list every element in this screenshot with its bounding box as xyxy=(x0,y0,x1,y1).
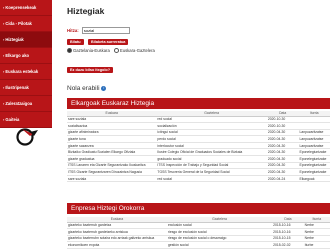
table-row[interactable]: gizarte graduatua graduado social 2020-04-… xyxy=(67,155,330,163)
table-row[interactable]: gizarteko bazterrub gardetzeko arriskua r… xyxy=(67,228,330,236)
table-row[interactable]: gizarteko bazterrub gardetza exclusión so… xyxy=(67,222,330,230)
table-row[interactable]: gizarte tuna perdo social 2020-04-30 Lanpuz… xyxy=(67,135,330,143)
radio-es-eu[interactable]: Gaztelania-Euskara xyxy=(67,48,110,54)
table-enpresa: Euskara Gaztelera Data Iturria gizarteko… xyxy=(67,217,330,249)
advanced-search-button[interactable]: Bilaketa aurreratua xyxy=(88,39,129,45)
table-elkargoak: Euskara Gaztelera Data Iturria sare sozi… xyxy=(67,111,330,183)
sidebar: ›Koeprensekeak ›Cida - Pilotak ›Hiztegia… xyxy=(0,0,52,251)
radio-empty-icon xyxy=(113,48,119,54)
table-row[interactable]: gizarte afiniminatora ictingui social 2020… xyxy=(67,129,330,137)
info-icon[interactable]: i xyxy=(101,85,107,91)
search-label: Hitza: xyxy=(67,27,79,33)
table-row[interactable]: ITSS Lanaren eta Gizarte Segurantzako Ik… xyxy=(67,162,330,170)
results-heading: Nola erabili i xyxy=(67,85,107,92)
sidebar-item-zaleratzaigoa[interactable]: ›Zaleratzaigoa xyxy=(0,96,52,112)
sidebar-nav: ›Koeprensekeak ›Cida - Pilotak ›Hiztegia… xyxy=(0,0,52,128)
search-button[interactable]: Bilatu xyxy=(67,39,84,45)
sidebar-item-cida-pilotak[interactable]: ›Cida - Pilotak xyxy=(0,16,52,32)
search-input[interactable] xyxy=(81,27,130,34)
language-direction: Gaztelania-Euskara Euskara-Gaztelera xyxy=(67,48,155,54)
table-row[interactable]: Bizkaiko Gradiuatu Sozialen Elkargo Ofiz… xyxy=(67,148,330,157)
sidebar-item-hiztegiak[interactable]: ›Hiztegiak xyxy=(0,32,52,48)
table-row[interactable]: gizarteko bazterrubn sotaira edo arrizak… xyxy=(67,235,330,243)
section-title-enpresa: Enpresa Hiztegi Orokorra xyxy=(67,203,330,214)
main-content: Hiztegiak Hitza: Bilatu Bilaketa aurrera… xyxy=(57,0,330,251)
table-row[interactable]: gizarte sazanzea interlocutor social 2020-… xyxy=(67,142,330,150)
sidebar-item-elkargo-ako[interactable]: ›Elkargo ako xyxy=(0,48,52,64)
table-row[interactable]: sare soziala red social 2020-10-30 xyxy=(67,116,330,124)
page-title: Hiztegiak xyxy=(67,6,105,16)
table-row[interactable]: ekonomikoen expota gestión social 2015-02-… xyxy=(67,241,330,249)
section-title-elkargoak: Elkargoak Euskaraz Hiztegia xyxy=(67,98,330,109)
radio-selected-icon xyxy=(67,48,72,54)
table-row[interactable]: sozialisazioa socialización 2020-10-30 xyxy=(67,122,330,130)
table-row[interactable]: sare soziala red social 2020-04-24 Elkargoa… xyxy=(67,175,330,183)
logo-icon xyxy=(16,128,38,146)
table-row[interactable]: ITSS Gizarte Segurantzaren Diruzaintza N… xyxy=(67,168,330,176)
search-row: Hitza: xyxy=(67,27,130,34)
help-button[interactable]: Ez duzu bilso itxgolo? xyxy=(67,67,114,73)
sidebar-item-euskara-estekak[interactable]: ›Euskara estekak xyxy=(0,64,52,80)
sidebar-item-koeprensekeak[interactable]: ›Koeprensekeak xyxy=(0,0,52,16)
sidebar-item-ilustripenak[interactable]: ›Ilustripenak xyxy=(0,80,52,96)
radio-eu-es[interactable]: Euskara-Gaztelera xyxy=(113,48,155,54)
